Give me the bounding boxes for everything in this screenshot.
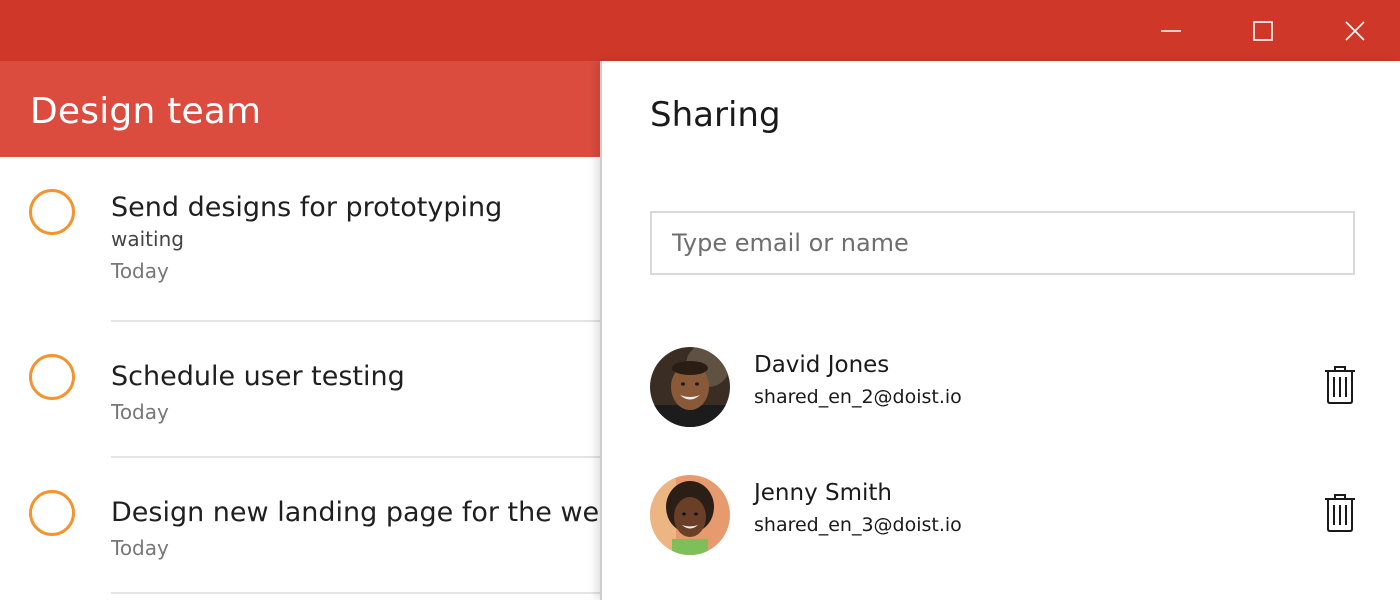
window-titlebar (0, 0, 1400, 61)
project-header: Design team (0, 61, 600, 157)
task-due-date: Today (111, 259, 169, 283)
task-checkbox[interactable] (29, 189, 75, 235)
remove-collaborator-button[interactable] (1324, 365, 1356, 405)
sharing-panel: Sharing David Jones shared_en_2@doist.io (600, 61, 1400, 600)
minimize-button[interactable] (1125, 0, 1217, 61)
task-due-date: Today (111, 536, 169, 560)
avatar (650, 475, 730, 555)
close-button[interactable] (1309, 0, 1400, 61)
task-content: Schedule user testing Today (111, 360, 405, 426)
remove-collaborator-button[interactable] (1324, 493, 1356, 533)
collaborator-email: shared_en_2@doist.io (754, 386, 962, 408)
task-item[interactable]: Design new landing page for the web Toda… (0, 458, 600, 600)
collaborator-row: Jenny Smith shared_en_3@doist.io (650, 475, 1370, 555)
task-list-pane: Design team Send designs for prototyping… (0, 61, 600, 600)
trash-icon (1325, 494, 1355, 532)
collaborator-row: David Jones shared_en_2@doist.io (650, 347, 1370, 427)
task-item[interactable]: Send designs for prototyping waiting Tod… (0, 157, 600, 322)
task-checkbox[interactable] (29, 354, 75, 400)
task-checkbox[interactable] (29, 490, 75, 536)
task-due-date: Today (111, 400, 169, 424)
collaborator-name: David Jones (754, 352, 890, 378)
task-content: Send designs for prototyping waiting Tod… (111, 191, 502, 285)
maximize-button[interactable] (1217, 0, 1309, 61)
collaborator-email: shared_en_3@doist.io (754, 514, 962, 536)
trash-icon (1325, 366, 1355, 404)
maximize-icon (1253, 20, 1273, 41)
sharing-title: Sharing (650, 95, 781, 135)
avatar (650, 347, 730, 427)
task-content: Design new landing page for the web Toda… (111, 496, 600, 562)
minimize-icon (1161, 29, 1181, 32)
task-item[interactable]: Schedule user testing Today (0, 322, 600, 458)
share-email-input[interactable] (650, 211, 1355, 275)
project-title: Design team (30, 91, 262, 132)
task-title: Design new landing page for the web (111, 497, 600, 528)
task-title: Schedule user testing (111, 361, 405, 392)
task-divider (111, 592, 600, 594)
task-title: Send designs for prototyping (111, 192, 503, 223)
task-note: waiting (111, 227, 184, 251)
collaborator-name: Jenny Smith (754, 480, 892, 506)
close-icon (1345, 20, 1365, 41)
